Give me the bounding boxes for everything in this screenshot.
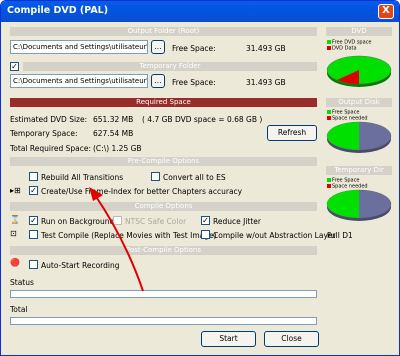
temp-free-label: Free Space: — [172, 78, 216, 87]
output-free-label: Free Space: — [172, 44, 216, 53]
required-space-header: Required Space — [10, 98, 317, 107]
recording-icon: 🔴 — [10, 258, 20, 267]
quality-label: Full D1 — [327, 231, 353, 240]
output-free-value: 31.493 GB — [246, 44, 286, 53]
frame-index-checkbox[interactable]: ✓ — [29, 186, 38, 195]
temp-dir-pie-chart — [326, 189, 392, 221]
dvd-size-label: Estimated DVD Size: — [10, 115, 88, 124]
temp-folder-header: Temporary Folder — [23, 62, 317, 71]
window-title: Compile DVD (PAL) — [7, 5, 109, 16]
output-folder-path[interactable]: C:\Documents and Settings\utilisateur\Bu… — [10, 40, 148, 54]
test-compile-icon: ⊡ — [10, 229, 17, 238]
run-background-checkbox[interactable]: ✓ — [29, 216, 38, 225]
temp-folder-path[interactable]: C:\Documents and Settings\utilisateur\Bu… — [10, 74, 148, 88]
postcompile-header: Post-Compile Options — [10, 246, 317, 255]
temp-free-value: 31.493 GB — [246, 78, 286, 87]
temp-browse-button[interactable]: ... — [151, 74, 165, 88]
precompile-header: Pre-Compile Options — [10, 157, 317, 166]
auto-start-checkbox[interactable] — [29, 260, 38, 269]
status-label: Status — [10, 278, 34, 287]
temp-dir-header: Temporary Dir — [326, 166, 392, 175]
frame-index-icon: ▸⊞ — [10, 186, 21, 195]
dvd-size-note: ( 4.7 GB DVD space = 0.68 GB ) — [142, 115, 263, 124]
convert-es-checkbox[interactable] — [151, 172, 160, 181]
rebuild-transitions-checkbox[interactable] — [29, 172, 38, 181]
output-folder-header: Output Folder (Root) — [10, 27, 317, 36]
dvd-pie-chart — [326, 55, 392, 87]
total-progress-bar — [10, 317, 317, 325]
dvd-panel-header: DVD — [326, 27, 392, 36]
refresh-button[interactable]: Refresh — [267, 125, 317, 141]
temp-space-value: 627.54 MB — [93, 129, 134, 138]
dvd-legend-data: DVD Data — [332, 45, 357, 51]
compile-dvd-window: Compile DVD (PAL) X Output Folder (Root)… — [0, 0, 400, 356]
abstraction-layer-label: Compile w/out Abstraction Layer — [213, 231, 336, 240]
abstraction-layer-checkbox[interactable] — [201, 230, 210, 239]
close-window-button[interactable]: X — [378, 4, 394, 19]
start-button[interactable]: Start — [201, 331, 256, 347]
temp-dir-legend: Free Space Space needed — [327, 178, 368, 189]
close-button[interactable]: Close — [264, 331, 319, 347]
convert-es-label: Convert all to ES — [163, 173, 226, 182]
test-compile-checkbox[interactable] — [29, 230, 38, 239]
temp-space-label: Temporary Space: — [10, 129, 78, 138]
temp-folder-checkbox[interactable]: ✓ — [10, 62, 19, 71]
dvd-size-value: 651.32 MB — [93, 115, 134, 124]
dvd-legend: Free DVD space DVD Data — [327, 40, 372, 51]
total-label: Total — [10, 305, 28, 314]
status-progress-bar — [10, 290, 317, 298]
annotation-arrow — [89, 187, 144, 292]
total-space-value: (C:\) 1.25 GB — [93, 144, 142, 153]
output-disk-pie-chart — [326, 121, 392, 153]
output-disk-legend: Free Space Space needed — [327, 110, 368, 121]
title-bar[interactable]: Compile DVD (PAL) X — [1, 1, 399, 22]
output-browse-button[interactable]: ... — [151, 40, 165, 54]
background-icon: ⌛ — [10, 215, 20, 224]
reduce-jitter-label: Reduce Jitter — [213, 217, 261, 226]
total-space-label: Total Required Space: — [10, 144, 92, 153]
compile-options-header: Compile Options — [10, 202, 317, 211]
reduce-jitter-checkbox[interactable]: ✓ — [201, 216, 210, 225]
output-disk-header: Output Disk — [326, 98, 392, 107]
